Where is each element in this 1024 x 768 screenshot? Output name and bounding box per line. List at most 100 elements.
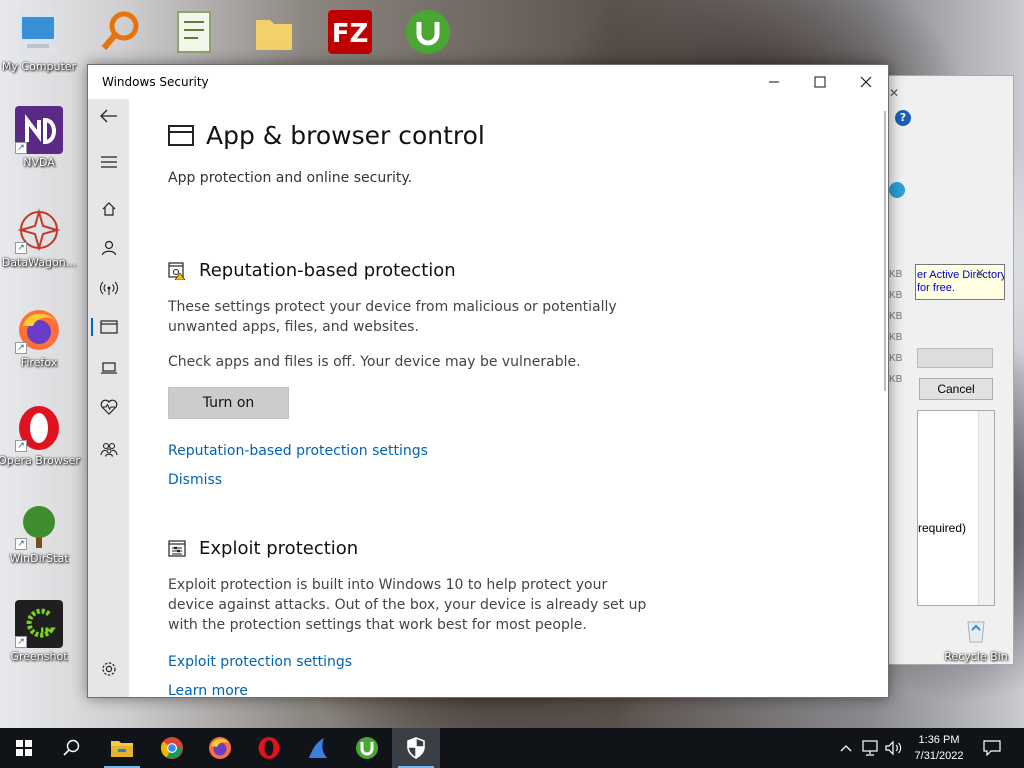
show-hidden-icons-button[interactable] — [836, 738, 856, 758]
close-icon[interactable]: ✕ — [889, 86, 899, 100]
shortcut-arrow-icon: ↗ — [15, 538, 27, 550]
exploit-description: Exploit protection is built into Windows… — [168, 577, 647, 633]
help-icon[interactable]: ? — [895, 110, 911, 126]
desktop-icon-opera[interactable]: ↗ Opera Browser — [0, 404, 81, 468]
reputation-section-title: Reputation-based protection — [168, 260, 456, 281]
nav-family-options[interactable] — [88, 432, 129, 466]
size-cell: KB — [889, 332, 903, 343]
desktop-icon-recycle-bin[interactable]: Recycle Bin — [938, 614, 1014, 663]
windows-logo-icon — [16, 740, 32, 756]
title-bar[interactable]: Windows Security — [88, 65, 888, 99]
minimize-button[interactable] — [751, 65, 797, 99]
shortcut-arrow-icon: ↗ — [15, 342, 27, 354]
section-title-text: Reputation-based protection — [199, 260, 456, 281]
close-icon — [860, 76, 872, 88]
close-button[interactable] — [843, 65, 888, 99]
desktop-icon-filezilla[interactable]: FZ — [326, 8, 374, 56]
vertical-scrollbar[interactable] — [884, 111, 886, 391]
taskbar-opera[interactable] — [245, 728, 293, 768]
list-item: required) — [918, 521, 967, 535]
reputation-warning-icon — [168, 262, 186, 281]
reputation-warning: Check apps and files is off. Your device… — [168, 354, 581, 370]
text-field[interactable] — [917, 348, 993, 368]
desktop-icon-label: NVDA — [23, 156, 55, 169]
desktop-icon-firefox[interactable]: ↗ Firefox — [0, 306, 81, 370]
nav-firewall-network[interactable] — [88, 271, 129, 305]
svg-text:FZ: FZ — [332, 19, 369, 49]
clock-date: 7/31/2022 — [914, 750, 964, 762]
window-title: Windows Security — [102, 75, 209, 89]
desktop-icon-search-tool[interactable] — [96, 8, 144, 56]
desktop-icon-my-computer[interactable]: My Computer — [0, 10, 81, 74]
learn-more-link[interactable]: Learn more — [168, 683, 248, 697]
desktop-icon-label: My Computer — [1, 60, 77, 73]
action-center-button[interactable] — [982, 738, 1002, 758]
nav-account-protection[interactable] — [88, 231, 129, 265]
wireless-antenna-icon — [99, 281, 118, 295]
heart-pulse-icon — [100, 399, 117, 415]
nav-device-security[interactable] — [88, 351, 129, 385]
search-button[interactable] — [48, 728, 96, 768]
reputation-settings-link[interactable]: Reputation-based protection settings — [168, 443, 428, 459]
popup-close-icon[interactable]: ✕ — [975, 266, 985, 280]
size-cell: KB — [889, 269, 903, 280]
size-column: KB KB KB KB KB KB — [889, 264, 902, 390]
page-subtitle: App protection and online security. — [168, 170, 413, 186]
desktop-icon-notepad[interactable] — [170, 8, 218, 56]
popup-text: er Active Directory. — [917, 269, 1005, 281]
network-icon — [862, 740, 878, 756]
utorrent-icon — [406, 10, 450, 54]
navigation-sidebar — [88, 99, 129, 697]
menu-button[interactable] — [88, 145, 129, 179]
exploit-settings-link[interactable]: Exploit protection settings — [168, 654, 352, 670]
size-cell: KB — [889, 290, 903, 301]
volume-tray-button[interactable] — [884, 738, 904, 758]
gear-icon — [101, 662, 116, 676]
nav-app-browser-control[interactable] — [88, 310, 129, 344]
back-button[interactable] — [88, 99, 129, 133]
desktop-icon-folder[interactable] — [250, 8, 298, 56]
folder-icon — [256, 20, 292, 50]
desktop-icon-nvda[interactable]: ↗ NVDA — [0, 106, 81, 170]
search-icon — [63, 739, 80, 756]
taskbar-clock[interactable]: 1:36 PM 7/31/2022 — [905, 732, 973, 764]
laptop-icon — [100, 362, 117, 374]
network-tray-button[interactable] — [860, 738, 880, 758]
size-cell: KB — [889, 311, 903, 322]
popup-text: for free. — [917, 282, 955, 294]
minimize-icon — [769, 81, 779, 83]
nvda-icon: ↗ — [15, 106, 63, 154]
speaker-icon — [885, 740, 902, 756]
back-arrow-icon — [99, 109, 117, 123]
dismiss-link[interactable]: Dismiss — [168, 472, 222, 488]
taskbar-app-blue[interactable] — [294, 728, 342, 768]
notification-icon — [983, 740, 1001, 756]
taskbar-firefox[interactable] — [196, 728, 244, 768]
desktop-icon-greenshot[interactable]: ↗ Greenshot — [0, 600, 81, 664]
desktop-icon-label: Recycle Bin — [944, 650, 1008, 663]
desktop-icon-windirstat[interactable]: ↗ WinDirStat — [0, 502, 81, 566]
listbox-scrollbar[interactable] — [978, 411, 994, 605]
listbox[interactable]: required) — [917, 410, 995, 606]
desktop-icon-datawagon[interactable]: ↗ DataWagon... — [0, 206, 81, 270]
cancel-button[interactable]: Cancel — [919, 378, 993, 400]
person-icon — [101, 240, 116, 256]
nav-settings[interactable] — [88, 652, 129, 686]
taskbar-file-explorer[interactable] — [98, 728, 146, 768]
nav-home[interactable] — [88, 192, 129, 226]
computer-icon — [15, 10, 63, 58]
turn-on-button[interactable]: Turn on — [168, 387, 289, 419]
start-button[interactable] — [0, 728, 48, 768]
magnifier-icon — [101, 11, 139, 50]
desktop-icon-utorrent[interactable] — [404, 8, 452, 56]
taskbar-utorrent[interactable] — [343, 728, 391, 768]
shortcut-arrow-icon: ↗ — [15, 636, 27, 648]
main-content: App & browser control App protection and… — [168, 99, 878, 697]
nav-device-performance-health[interactable] — [88, 390, 129, 424]
shark-fin-icon — [309, 738, 327, 758]
taskbar-windows-security[interactable] — [392, 728, 440, 768]
opera-icon: ↗ — [15, 404, 63, 452]
taskbar-chrome[interactable] — [148, 728, 196, 768]
filezilla-icon: FZ — [328, 10, 372, 54]
maximize-button[interactable] — [797, 65, 843, 99]
